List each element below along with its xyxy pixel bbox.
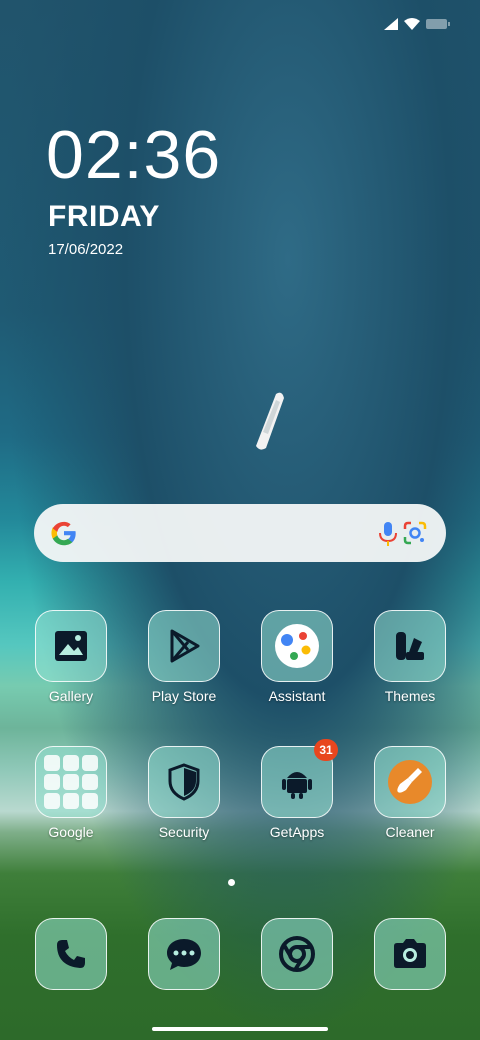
signal-icon	[384, 18, 398, 30]
app-label: Google	[48, 824, 94, 840]
app-label: Security	[158, 824, 210, 840]
dock-phone[interactable]	[31, 918, 111, 990]
camera-icon	[374, 918, 446, 990]
dock-chrome[interactable]	[257, 918, 337, 990]
dock-messages[interactable]	[144, 918, 224, 990]
app-play-store[interactable]: Play Store	[144, 610, 224, 704]
play-store-icon	[148, 610, 220, 682]
app-label: Play Store	[151, 688, 217, 704]
google-g-icon	[51, 521, 76, 546]
app-label: Gallery	[48, 688, 94, 704]
app-label: Assistant	[268, 688, 326, 704]
app-label: Cleaner	[385, 824, 435, 840]
app-label: GetApps	[269, 824, 325, 840]
clock-time[interactable]: 02:36	[46, 116, 221, 194]
wallpaper-boat	[256, 392, 284, 450]
shield-icon	[148, 746, 220, 818]
broom-icon	[374, 746, 446, 818]
google-lens-icon[interactable]	[402, 520, 428, 546]
status-bar	[384, 18, 450, 30]
wifi-icon	[404, 18, 420, 30]
app-gallery[interactable]: Gallery	[31, 610, 111, 704]
app-label: Themes	[384, 688, 436, 704]
chrome-icon	[261, 918, 333, 990]
assistant-icon	[261, 610, 333, 682]
app-assistant[interactable]: Assistant	[257, 610, 337, 704]
app-cleaner[interactable]: Cleaner	[370, 746, 450, 840]
folder-google[interactable]: Google	[31, 746, 111, 840]
android-icon: 31	[261, 739, 338, 818]
home-gesture-bar[interactable]	[152, 1027, 328, 1031]
clock-date: 17/06/2022	[48, 241, 124, 258]
page-indicator	[228, 879, 235, 886]
battery-icon	[426, 19, 450, 29]
gallery-icon	[35, 610, 107, 682]
microphone-icon[interactable]	[376, 521, 400, 547]
app-themes[interactable]: Themes	[370, 610, 450, 704]
clock-day: FRIDAY	[48, 200, 160, 233]
app-security[interactable]: Security	[144, 746, 224, 840]
dock-camera[interactable]	[370, 918, 450, 990]
app-getapps[interactable]: 31 GetApps	[257, 739, 338, 840]
notification-badge: 31	[314, 739, 338, 761]
folder-icon	[35, 746, 107, 818]
messages-icon	[148, 918, 220, 990]
google-search-bar[interactable]	[34, 504, 446, 562]
phone-icon	[35, 918, 107, 990]
themes-icon	[374, 610, 446, 682]
